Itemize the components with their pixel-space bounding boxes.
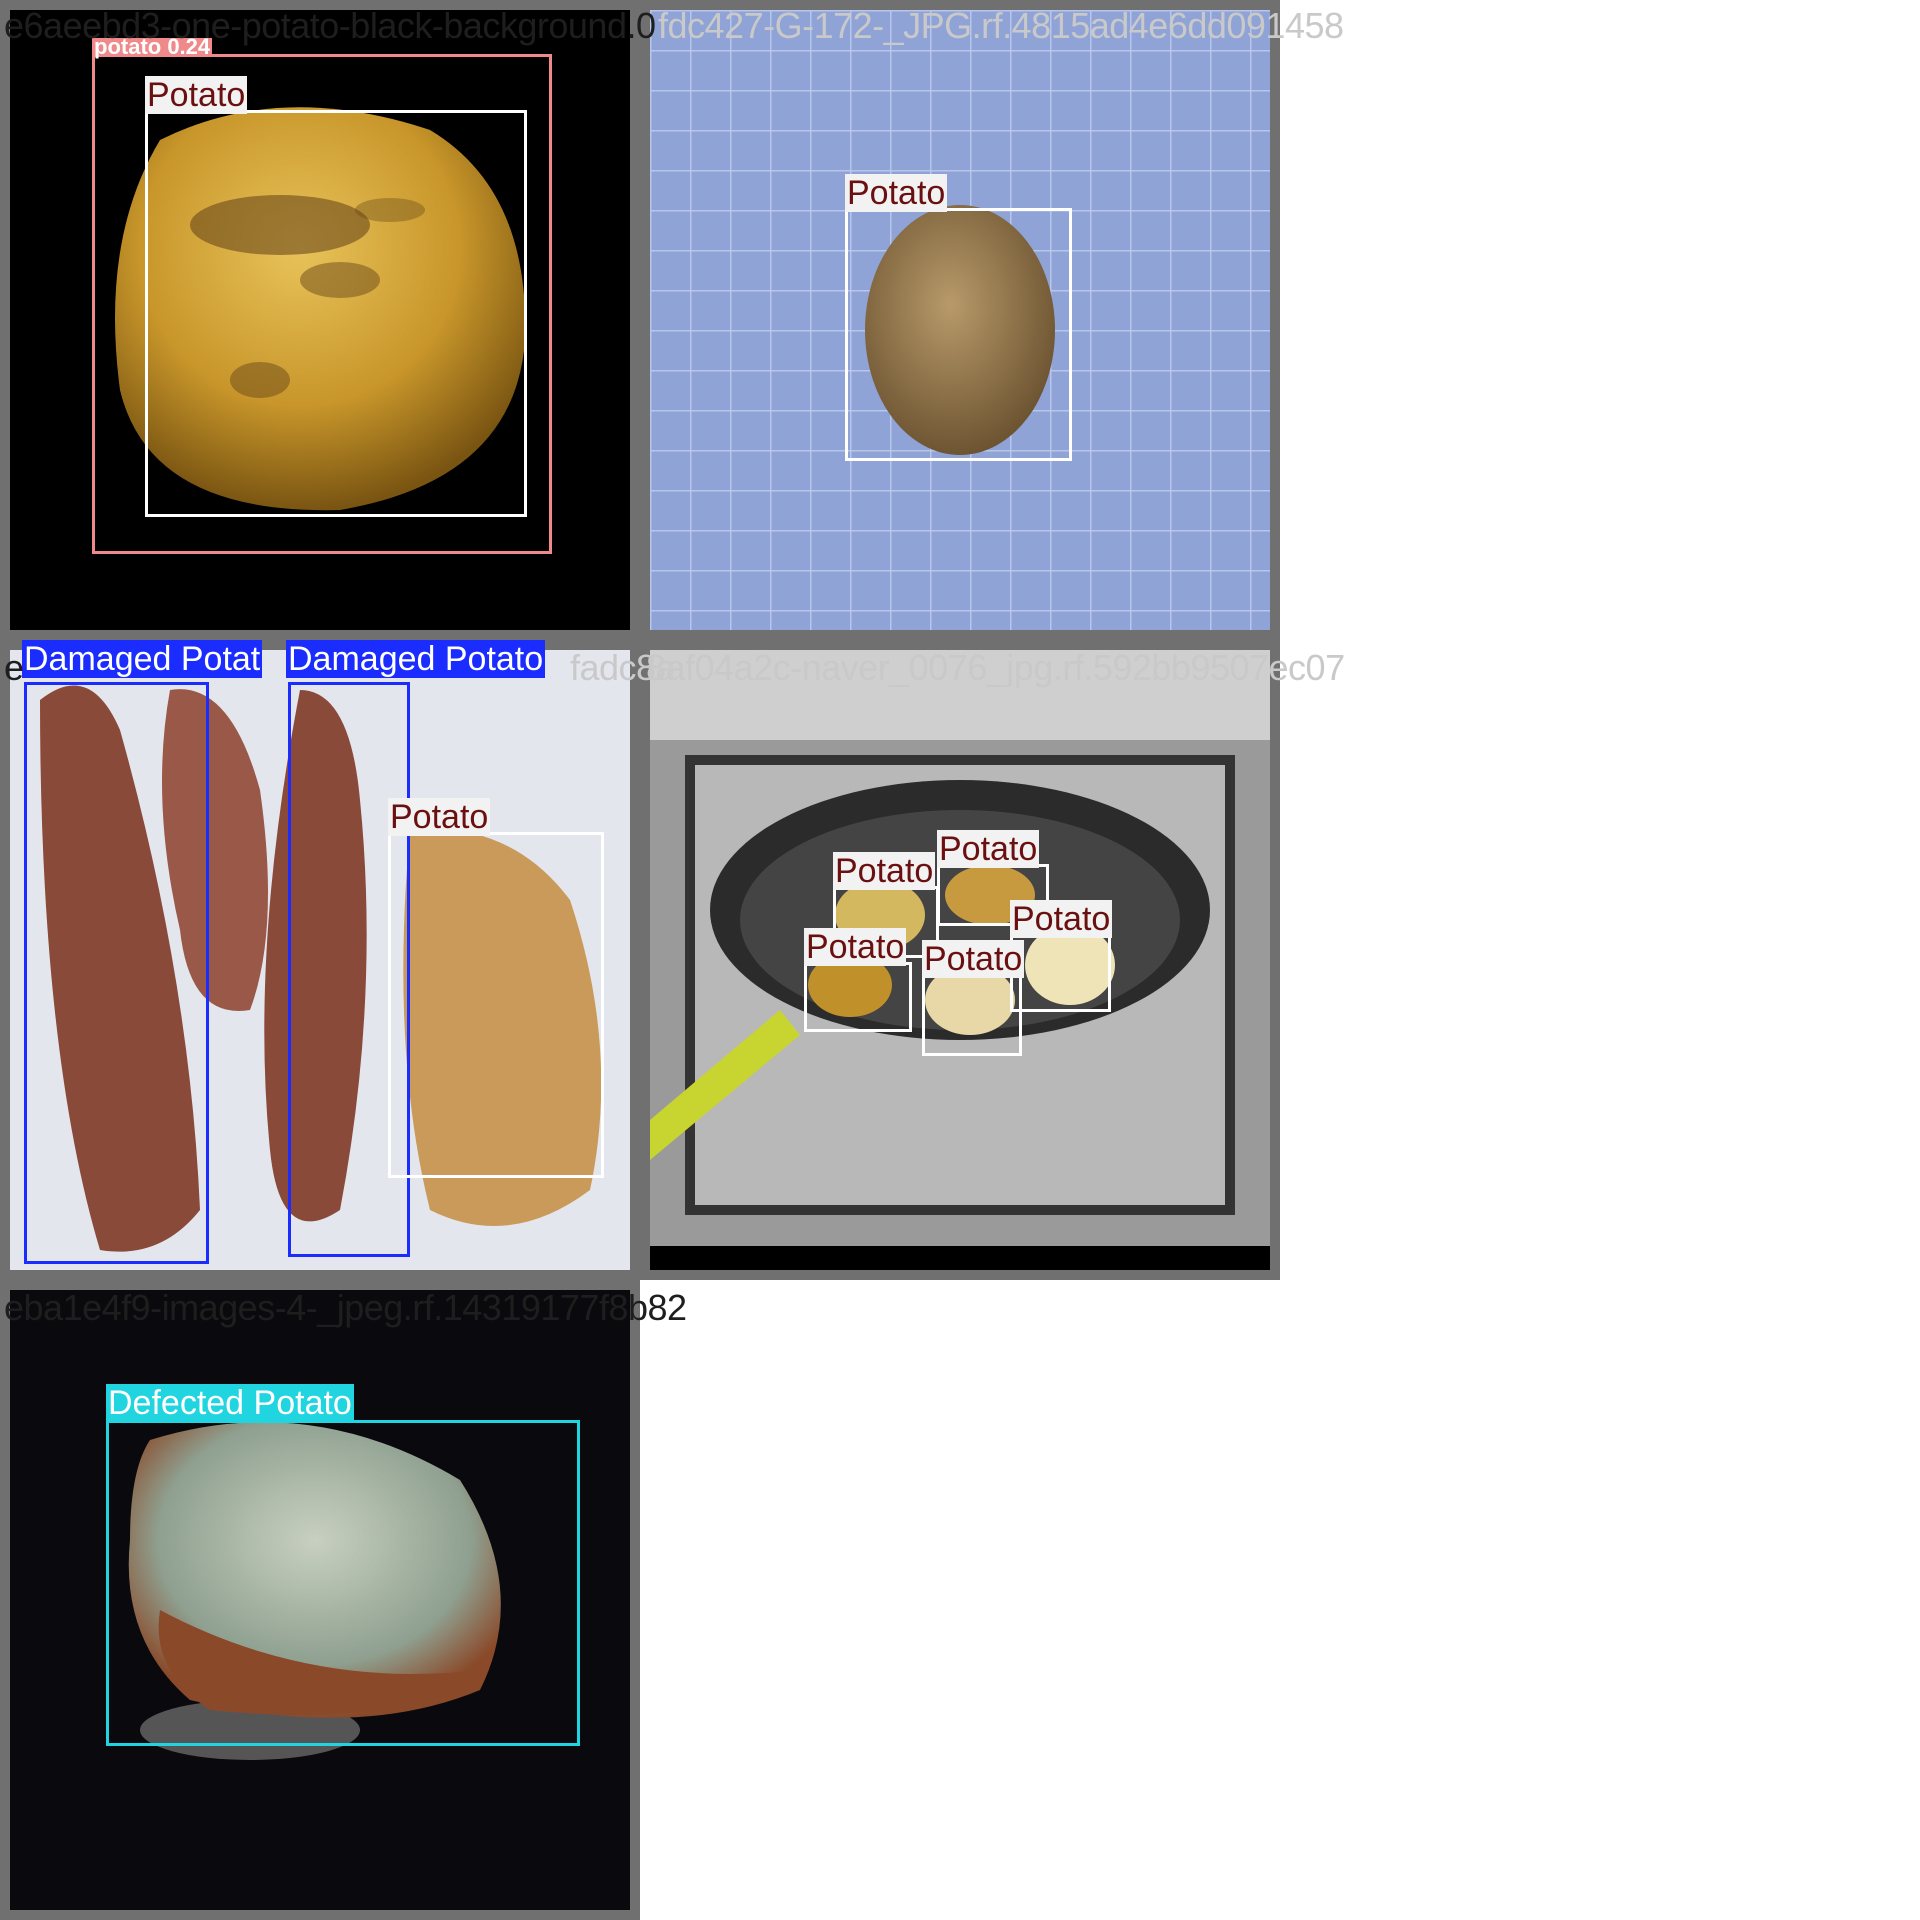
filename-tile-3: e xyxy=(4,647,24,688)
bbox-potato xyxy=(388,832,604,1178)
label-damaged-potato: Damaged Potato xyxy=(286,640,546,678)
label-potato: Potato xyxy=(145,76,248,114)
label-damaged-potato: Damaged Potat xyxy=(22,640,263,678)
filename-tile-5: eba1e4f9-images-4-_jpeg.rf.14319177f8b82 xyxy=(4,1287,687,1328)
bbox-potato xyxy=(145,110,527,517)
filename-tile-1: e6aeebd3-one-potato-black-background.0 xyxy=(4,5,656,46)
label-potato: Potato xyxy=(845,174,948,212)
image-tile-1: potato 0.24 Potato xyxy=(0,0,640,640)
label-defected-potato: Defected Potato xyxy=(106,1384,354,1422)
bbox-damaged-potato xyxy=(24,682,209,1264)
label-potato: Potato xyxy=(388,798,491,836)
label-potato: Potato xyxy=(833,852,936,890)
bbox-potato xyxy=(804,962,912,1032)
image-tile-2: Potato xyxy=(640,0,1280,640)
filename-tile-2: fdc427-G-172-_JPG.rf.4815ad4e6dd091458 xyxy=(658,5,1344,46)
filename-tile-4: 8af04a2c-naver_0076_jpg.rf.592bb9507ec07 xyxy=(646,647,1345,688)
bbox-defected-potato xyxy=(106,1420,580,1746)
image-tile-5: Defected Potato xyxy=(0,1280,640,1920)
label-potato: Potato xyxy=(804,928,907,966)
label-potato: Potato xyxy=(937,830,1040,868)
bbox-potato xyxy=(845,208,1072,461)
label-potato: Potato xyxy=(1010,900,1113,938)
label-potato: Potato xyxy=(922,940,1025,978)
image-tile-3: Damaged Potat Damaged Potato Potato xyxy=(0,640,640,1280)
bbox-potato xyxy=(922,974,1022,1056)
image-tile-4: Potato Potato Potato Potato Potato xyxy=(640,640,1280,1280)
bbox-potato xyxy=(1010,934,1111,1012)
